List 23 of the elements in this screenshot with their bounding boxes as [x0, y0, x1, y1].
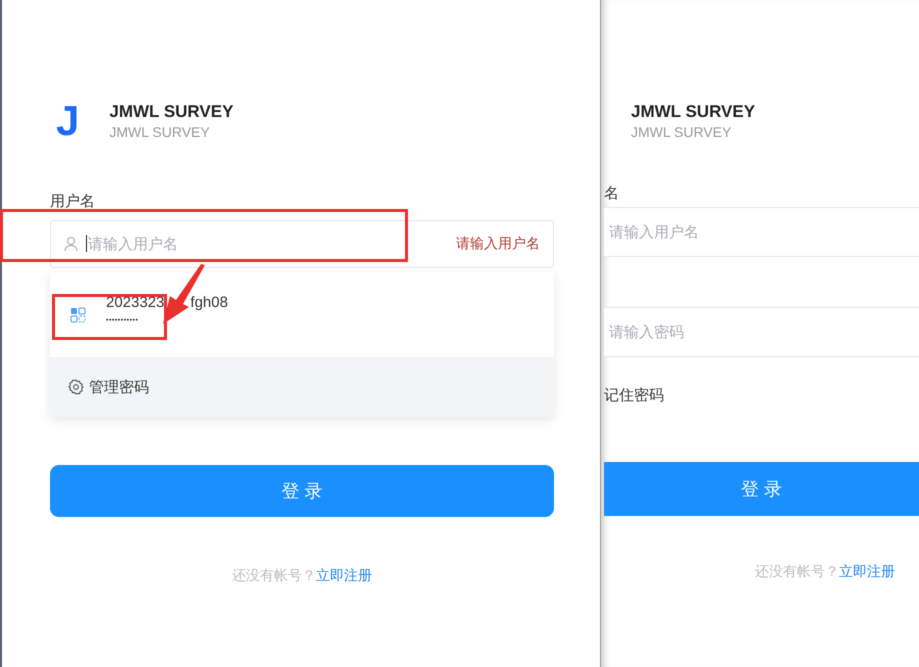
account-name: fgh08 [190, 294, 228, 310]
field-label: 用户名 [50, 192, 95, 211]
error-message: 请输入用户名 [456, 235, 540, 253]
username-field[interactable]: 请输入用户名 [604, 207, 919, 257]
password-field[interactable]: 请输入密码 [604, 307, 919, 357]
logo: J [56, 100, 80, 142]
text-cursor [86, 235, 87, 252]
signup-link[interactable]: 立即注册 [839, 563, 895, 581]
app-title: JMWL SURVEY [631, 102, 756, 122]
signup-prompt: 还没有帐号？ [755, 563, 839, 581]
settings-icon [68, 379, 84, 395]
login-button[interactable]: 登 录 [50, 465, 554, 517]
signup-link[interactable]: 立即注册 [316, 567, 372, 585]
remember-password-label: 记住密码 [604, 386, 664, 405]
field-label: 名 [604, 184, 619, 203]
signup-prompt: 还没有帐号？ [232, 567, 316, 585]
manage-passwords-item[interactable]: 管理密码 [50, 357, 554, 417]
user-icon [64, 236, 78, 252]
app-subtitle: JMWL SURVEY [631, 124, 732, 140]
app-subtitle: JMWL SURVEY [109, 124, 211, 140]
login-button[interactable]: 登 录 [604, 462, 919, 516]
grid-icon [70, 306, 86, 322]
app-title: JMWL SURVEY [109, 102, 234, 122]
